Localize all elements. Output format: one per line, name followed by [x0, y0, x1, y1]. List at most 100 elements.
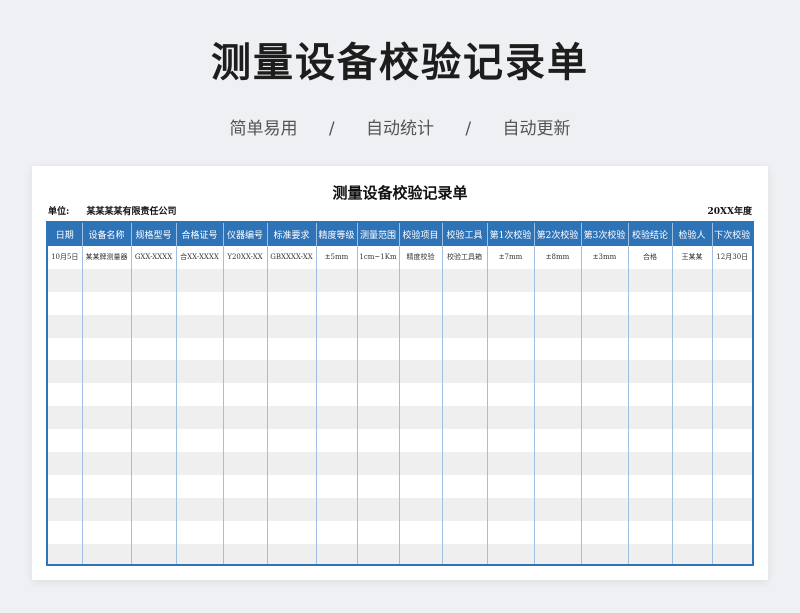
table-cell[interactable] [399, 360, 443, 384]
table-cell[interactable] [442, 452, 488, 475]
table-cell[interactable] [672, 291, 713, 315]
table-cell[interactable] [316, 474, 358, 498]
table-cell[interactable] [399, 268, 443, 292]
table-cell[interactable] [442, 543, 488, 564]
table-cell[interactable] [399, 429, 443, 453]
table-cell[interactable] [581, 360, 629, 384]
table-cell[interactable] [442, 474, 488, 498]
table-cell[interactable] [223, 452, 268, 475]
table-cell[interactable] [48, 314, 83, 338]
table-cell[interactable] [581, 406, 629, 430]
table-cell[interactable] [223, 429, 268, 453]
table-cell[interactable] [487, 520, 535, 544]
table-cell[interactable] [581, 543, 629, 564]
table-cell[interactable] [672, 497, 713, 521]
table-cell[interactable] [223, 497, 268, 521]
table-cell[interactable] [628, 497, 673, 521]
table-cell[interactable] [672, 474, 713, 498]
table-cell[interactable] [48, 337, 83, 361]
table-cell[interactable] [223, 291, 268, 315]
table-cell[interactable] [628, 543, 673, 564]
table-cell[interactable] [357, 406, 400, 430]
table-cell[interactable]: 1cm~1Km [357, 246, 400, 269]
table-cell[interactable] [131, 474, 177, 498]
table-cell[interactable] [48, 268, 83, 292]
table-cell[interactable] [399, 406, 443, 430]
table-cell[interactable] [628, 429, 673, 453]
table-cell[interactable] [176, 268, 224, 292]
table-cell[interactable] [131, 314, 177, 338]
table-cell[interactable] [176, 474, 224, 498]
table-cell[interactable] [357, 520, 400, 544]
table-cell[interactable]: 某某牌测量器 [82, 246, 132, 269]
table-cell[interactable] [316, 291, 358, 315]
table-cell[interactable] [581, 337, 629, 361]
table-cell[interactable] [534, 543, 582, 564]
table-cell[interactable] [628, 406, 673, 430]
table-cell[interactable] [316, 406, 358, 430]
table-cell[interactable] [131, 291, 177, 315]
table-cell[interactable]: GBXXXX-XX [267, 246, 317, 269]
table-cell[interactable] [442, 520, 488, 544]
table-cell[interactable] [131, 406, 177, 430]
table-cell[interactable] [399, 314, 443, 338]
table-cell[interactable] [534, 452, 582, 475]
table-cell[interactable] [487, 337, 535, 361]
table-cell[interactable] [48, 543, 83, 564]
table-cell[interactable] [672, 429, 713, 453]
table-cell[interactable] [267, 314, 317, 338]
table-cell[interactable] [316, 497, 358, 521]
table-cell[interactable] [581, 268, 629, 292]
table-cell[interactable] [628, 520, 673, 544]
table-cell[interactable]: ±8mm [534, 246, 582, 269]
table-cell[interactable] [176, 406, 224, 430]
table-cell[interactable] [534, 360, 582, 384]
table-cell[interactable] [176, 452, 224, 475]
table-cell[interactable] [131, 429, 177, 453]
table-cell[interactable] [672, 337, 713, 361]
table-cell[interactable] [176, 497, 224, 521]
table-cell[interactable] [581, 314, 629, 338]
table-cell[interactable] [628, 291, 673, 315]
table-cell[interactable] [316, 337, 358, 361]
table-cell[interactable] [628, 268, 673, 292]
table-cell[interactable] [267, 474, 317, 498]
table-cell[interactable] [131, 543, 177, 564]
table-cell[interactable] [131, 520, 177, 544]
table-cell[interactable] [712, 520, 752, 544]
table-cell[interactable] [712, 337, 752, 361]
table-cell[interactable] [82, 429, 132, 453]
table-cell[interactable] [712, 314, 752, 338]
table-cell[interactable] [357, 360, 400, 384]
table-cell[interactable] [628, 452, 673, 475]
table-cell[interactable] [267, 452, 317, 475]
table-cell[interactable] [534, 497, 582, 521]
table-cell[interactable] [316, 429, 358, 453]
table-cell[interactable] [581, 474, 629, 498]
table-cell[interactable] [534, 406, 582, 430]
table-cell[interactable] [712, 543, 752, 564]
table-cell[interactable] [357, 497, 400, 521]
table-cell[interactable] [487, 452, 535, 475]
table-cell[interactable] [581, 520, 629, 544]
table-cell[interactable] [672, 268, 713, 292]
table-cell[interactable] [399, 337, 443, 361]
table-cell[interactable] [357, 452, 400, 475]
table-cell[interactable] [581, 383, 629, 407]
table-cell[interactable] [672, 360, 713, 384]
table-cell[interactable] [712, 268, 752, 292]
table-cell[interactable] [267, 383, 317, 407]
table-cell[interactable] [442, 406, 488, 430]
table-cell[interactable]: Y20XX-XX [223, 246, 268, 269]
table-cell[interactable] [712, 429, 752, 453]
table-cell[interactable] [131, 383, 177, 407]
table-cell[interactable] [48, 360, 83, 384]
table-cell[interactable] [399, 474, 443, 498]
table-cell[interactable] [487, 543, 535, 564]
table-cell[interactable] [48, 474, 83, 498]
table-cell[interactable] [487, 406, 535, 430]
table-cell[interactable] [176, 543, 224, 564]
table-cell[interactable] [48, 452, 83, 475]
table-cell[interactable] [48, 429, 83, 453]
table-cell[interactable] [534, 474, 582, 498]
